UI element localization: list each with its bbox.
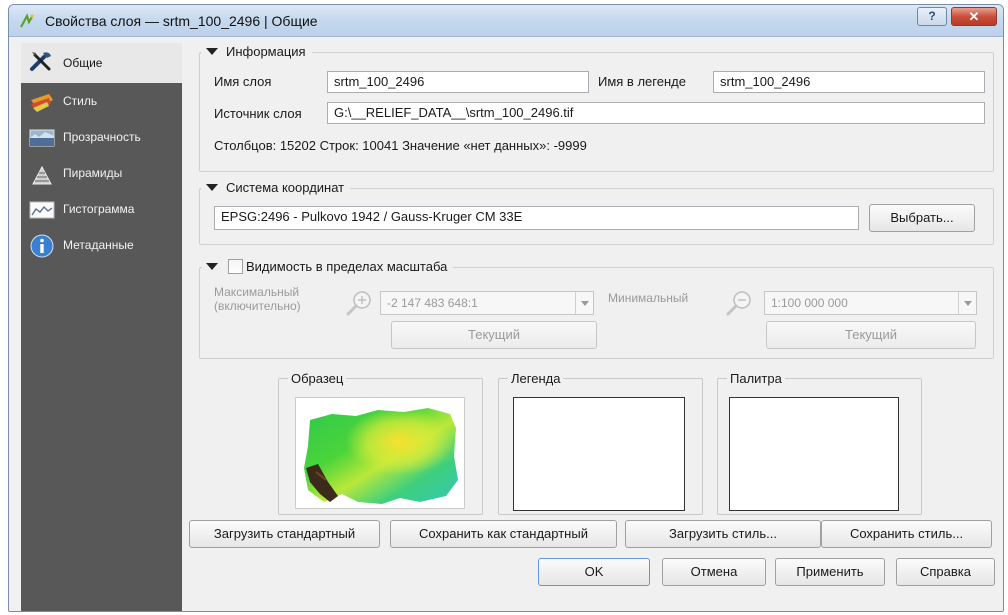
info-group-title[interactable]: Информация <box>202 44 312 59</box>
sidebar-item-label: Гистограмма <box>63 202 135 216</box>
max-scale-label: Максимальный (включительно) <box>214 285 301 313</box>
load-default-button[interactable]: Загрузить стандартный <box>189 520 380 548</box>
layer-source-label: Источник слоя <box>214 106 302 121</box>
help-button[interactable]: Справка <box>896 558 995 586</box>
relief-raster-thumbnail <box>304 408 458 504</box>
apply-button[interactable]: Применить <box>775 558 885 586</box>
crs-title-label: Система координат <box>226 180 345 195</box>
max-scale-value: -2 147 483 648:1 <box>387 296 478 310</box>
pyramids-icon <box>32 165 52 185</box>
max-scale-label-line2: (включительно) <box>214 299 301 313</box>
current-min-scale-button[interactable]: Текущий <box>766 321 976 349</box>
collapse-triangle-icon <box>206 48 218 55</box>
zoom-in-icon <box>346 291 371 316</box>
save-style-button[interactable]: Сохранить стиль... <box>821 520 992 548</box>
sidebar-item-label: Прозрачность <box>63 130 141 144</box>
sidebar-item-label: Общие <box>63 56 103 70</box>
transparency-icon <box>29 129 55 147</box>
raster-stats-text: Столбцов: 15202 Строк: 10041 Значение «н… <box>214 138 587 153</box>
collapse-triangle-icon <box>206 263 218 270</box>
collapse-triangle-icon <box>206 184 218 191</box>
legend-preview <box>513 397 685 511</box>
help-title-button[interactable]: ? <box>917 7 947 26</box>
sample-group-title: Образец <box>288 371 347 386</box>
sidebar-item-label: Пирамиды <box>63 166 123 180</box>
crs-group-title[interactable]: Система координат <box>202 180 351 195</box>
max-scale-combo[interactable]: -2 147 483 648:1 <box>380 291 594 315</box>
ok-button[interactable]: OK <box>538 558 650 586</box>
close-window-button[interactable]: ✕ <box>951 7 997 26</box>
info-title-label: Информация <box>226 44 306 59</box>
cancel-button[interactable]: Отмена <box>662 558 766 586</box>
legend-group-title: Легенда <box>508 371 564 386</box>
min-scale-value: 1:100 000 000 <box>771 296 848 310</box>
current-max-scale-button[interactable]: Текущий <box>391 321 597 349</box>
layer-source-input[interactable]: G:\__RELIEF_DATA__\srtm_100_2496.tif <box>327 102 985 124</box>
sidebar-item-general[interactable]: Общие <box>21 43 182 83</box>
sidebar-item-style[interactable]: Стиль <box>21 85 182 119</box>
sidebar-item-metadata[interactable]: Метаданные <box>21 229 182 263</box>
sidebar-item-label: Стиль <box>63 94 98 108</box>
save-default-button[interactable]: Сохранить как стандартный <box>390 520 617 548</box>
scale-visibility-checkbox[interactable] <box>228 259 243 274</box>
layer-name-input[interactable]: srtm_100_2496 <box>327 71 589 93</box>
info-icon <box>30 234 54 258</box>
layer-name-label: Имя слоя <box>214 74 272 89</box>
window-title: Свойства слоя — srtm_100_2496 | Общие <box>45 13 318 29</box>
sidebar-item-label: Метаданные <box>63 238 134 252</box>
qgis-logo-icon <box>20 13 34 28</box>
min-scale-combo[interactable]: 1:100 000 000 <box>764 291 977 315</box>
title-bar[interactable]: Свойства слоя — srtm_100_2496 | Общие ? … <box>9 5 1003 37</box>
chevron-down-icon[interactable] <box>575 292 593 314</box>
legend-name-label: Имя в легенде <box>598 74 686 89</box>
max-scale-label-line1: Максимальный <box>214 285 300 299</box>
sidebar-item-transparency[interactable]: Прозрачность <box>21 121 182 155</box>
sidebar: Общие Стиль Прозрачность Пирамиды Гистог… <box>21 43 182 611</box>
scale-title-label: Видимость в пределах масштаба <box>246 259 448 274</box>
palette-group-title: Палитра <box>727 371 785 386</box>
zoom-out-icon <box>726 291 751 316</box>
layer-properties-dialog: Свойства слоя — srtm_100_2496 | Общие ? … <box>8 4 1004 612</box>
sample-preview <box>295 397 465 509</box>
palette-preview <box>729 397 899 511</box>
histogram-icon <box>29 201 55 219</box>
sidebar-item-histogram[interactable]: Гистограмма <box>21 193 182 227</box>
sidebar-item-pyramids[interactable]: Пирамиды <box>21 157 182 191</box>
min-scale-label: Минимальный <box>608 291 689 305</box>
select-crs-button[interactable]: Выбрать... <box>869 204 975 232</box>
wrench-screwdriver-icon <box>30 52 51 71</box>
load-style-button[interactable]: Загрузить стиль... <box>625 520 821 548</box>
paint-brush-icon <box>31 94 53 112</box>
legend-name-input[interactable]: srtm_100_2496 <box>713 71 985 93</box>
chevron-down-icon[interactable] <box>958 292 976 314</box>
crs-input[interactable]: EPSG:2496 - Pulkovo 1942 / Gauss-Kruger … <box>214 206 859 230</box>
